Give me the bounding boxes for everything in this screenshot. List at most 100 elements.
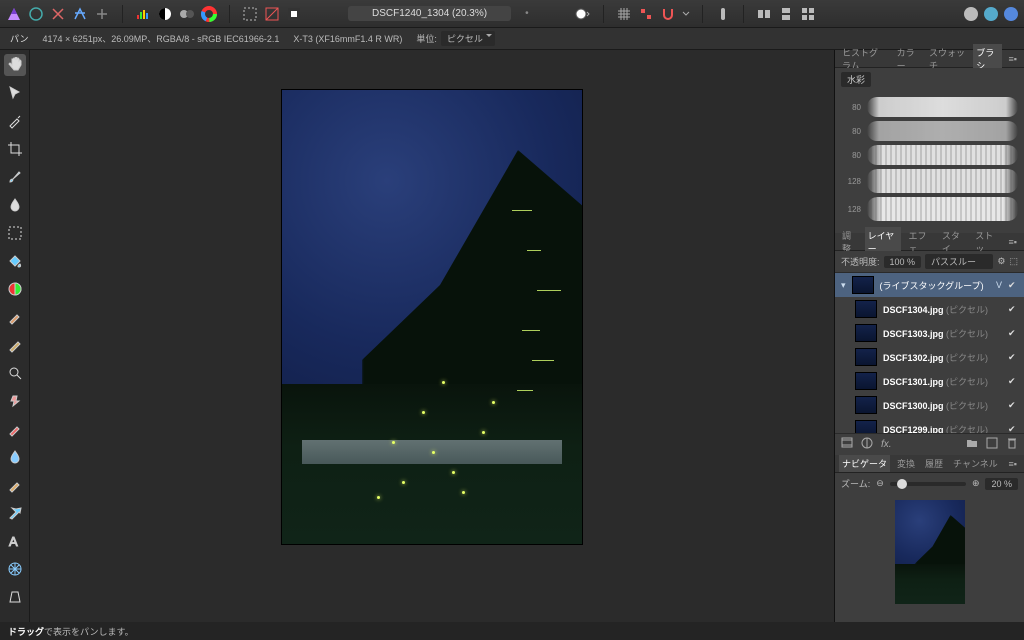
navigator-thumb [895,500,965,604]
brush-item[interactable]: 80 [841,97,1018,117]
blend-mode-select[interactable]: パススルー [925,254,993,269]
lock-icon[interactable]: ⬚ [1009,256,1018,267]
tab-transform[interactable]: 変換 [894,455,918,472]
dodge-tool[interactable] [4,306,26,328]
quickmask-icon[interactable] [264,6,280,22]
layer-item[interactable]: DSCF1303.jpg (ピクセル)✔ [835,321,1024,345]
color-picker-tool[interactable] [4,110,26,132]
layer-fx-icon[interactable]: fx. [881,439,892,450]
flood-fill-tool[interactable] [4,250,26,272]
contrast-icon[interactable] [157,6,173,22]
sponge-tool[interactable] [4,474,26,496]
canvas-area[interactable] [30,50,834,622]
tab-channels[interactable]: チャンネル [950,455,1001,472]
zoom-tool[interactable] [4,362,26,384]
panel-menu-icon[interactable]: ≡▪ [1006,235,1020,249]
layer-panel-tabs: 調整 レイヤー エフェ スタイ ストッ ≡▪ [835,233,1024,251]
arrange-h-icon[interactable] [756,6,772,22]
brush-tool[interactable] [4,166,26,188]
layer-adjust-icon[interactable] [861,437,873,452]
zoom-slider[interactable] [890,482,966,486]
brush-category-select[interactable]: 水彩 [841,72,871,87]
brush-panel: 水彩 80 80 80 128 128 [835,68,1024,233]
zoom-in-icon[interactable]: ⊕ [972,478,980,489]
status-bold: ドラッグ [8,625,44,638]
brush-panel-tabs: ヒストグラム カラー スウォッチ ブラシ ≡▪ [835,50,1024,68]
snap-icon[interactable] [638,6,654,22]
opacity-value[interactable]: 100 % [884,256,922,268]
panel-menu-icon[interactable]: ≡▪ [1006,457,1020,471]
persona-liquify-icon[interactable] [50,6,66,22]
smudge-tool[interactable] [4,194,26,216]
layer-footer: fx. [835,433,1024,455]
tool-name: パン [10,32,28,45]
navigator-view[interactable] [835,494,1024,622]
marquee-tool[interactable] [4,222,26,244]
chevron-down-icon[interactable] [682,6,690,22]
magnet-icon[interactable] [660,6,676,22]
doc-dimensions: 4174 × 6251px、26.09MP、RGBA/8 - sRGB IEC6… [42,32,279,45]
unit-label: 単位: [416,32,437,45]
layer-item[interactable]: DSCF1301.jpg (ピクセル)✔ [835,369,1024,393]
layer-group[interactable]: ▾(ライブスタックグループ)V✔ [835,273,1024,297]
help-icon[interactable] [1004,7,1018,21]
account-icon[interactable] [964,7,978,21]
color-wheel-icon[interactable] [201,6,217,22]
layer-item[interactable]: DSCF1299.jpg (ピクセル)✔ [835,417,1024,433]
modified-indicator: • [525,8,529,19]
selection-icon[interactable] [242,6,258,22]
text-tool[interactable]: A [4,530,26,552]
refine-icon[interactable] [286,6,302,22]
panel-menu-icon[interactable]: ≡▪ [1006,52,1020,66]
gradient-tool[interactable] [4,278,26,300]
brush-item[interactable]: 80 [841,121,1018,141]
clone-tool[interactable] [4,334,26,356]
crop-tool[interactable] [4,138,26,160]
nav-panel-tabs: ナビゲータ 変換 履歴 チャンネル ≡▪ [835,455,1024,473]
document-canvas [282,90,582,544]
top-toolbar: DSCF1240_1304 (20.3%) • [0,0,1024,28]
brush-item[interactable]: 128 [841,169,1018,193]
paint-mixer-tool[interactable] [4,418,26,440]
sync-icon[interactable] [984,7,998,21]
move-tool[interactable] [4,82,26,104]
assistant-icon[interactable] [715,6,731,22]
brush-item[interactable]: 80 [841,145,1018,165]
unit-select[interactable]: ピクセル [441,31,495,46]
inpaint-tool[interactable] [4,502,26,524]
healing-tool[interactable] [4,390,26,412]
levels-icon[interactable] [135,6,151,22]
layer-item[interactable]: DSCF1300.jpg (ピクセル)✔ [835,393,1024,417]
arrange-v-icon[interactable] [778,6,794,22]
persona-tone-icon[interactable] [94,6,110,22]
reorder-icon[interactable] [179,6,195,22]
blur-tool[interactable] [4,446,26,468]
layer-masks-icon[interactable] [841,437,853,452]
persona-photo-icon[interactable] [28,6,44,22]
brush-item[interactable]: 128 [841,197,1018,221]
layer-group-icon[interactable] [966,437,978,452]
persona-develop-icon[interactable] [72,6,88,22]
grid-icon[interactable] [616,6,632,22]
zoom-out-icon[interactable]: ⊖ [876,478,884,489]
perspective-tool[interactable] [4,586,26,608]
tab-history[interactable]: 履歴 [922,455,946,472]
swatch-dropdown-icon[interactable] [575,6,591,22]
mesh-warp-tool[interactable] [4,558,26,580]
tab-navigator[interactable]: ナビゲータ [839,455,890,472]
gear-icon[interactable]: ⚙ [997,256,1005,267]
layer-item[interactable]: DSCF1304.jpg (ピクセル)✔ [835,297,1024,321]
studio-panels: ヒストグラム カラー スウォッチ ブラシ ≡▪ 水彩 80 80 80 128 … [834,50,1024,622]
tools-panel: A [0,50,30,622]
zoom-label: ズーム: [841,477,870,490]
status-bar: ドラッグで表示をパンします。 [0,622,1024,640]
layers-panel: 不透明度: 100 % パススルー ⚙ ⬚ ▾(ライブスタックグループ)V✔DS… [835,251,1024,455]
layer-item[interactable]: DSCF1302.jpg (ピクセル)✔ [835,345,1024,369]
layer-add-icon[interactable] [986,437,998,452]
arrange-grid-icon[interactable] [800,6,816,22]
status-text: で表示をパンします。 [44,625,134,638]
zoom-value[interactable]: 20 % [985,478,1018,490]
pan-tool[interactable] [4,54,26,76]
doc-title: DSCF1240_1304 (20.3%) [348,6,511,21]
layer-delete-icon[interactable] [1006,437,1018,452]
